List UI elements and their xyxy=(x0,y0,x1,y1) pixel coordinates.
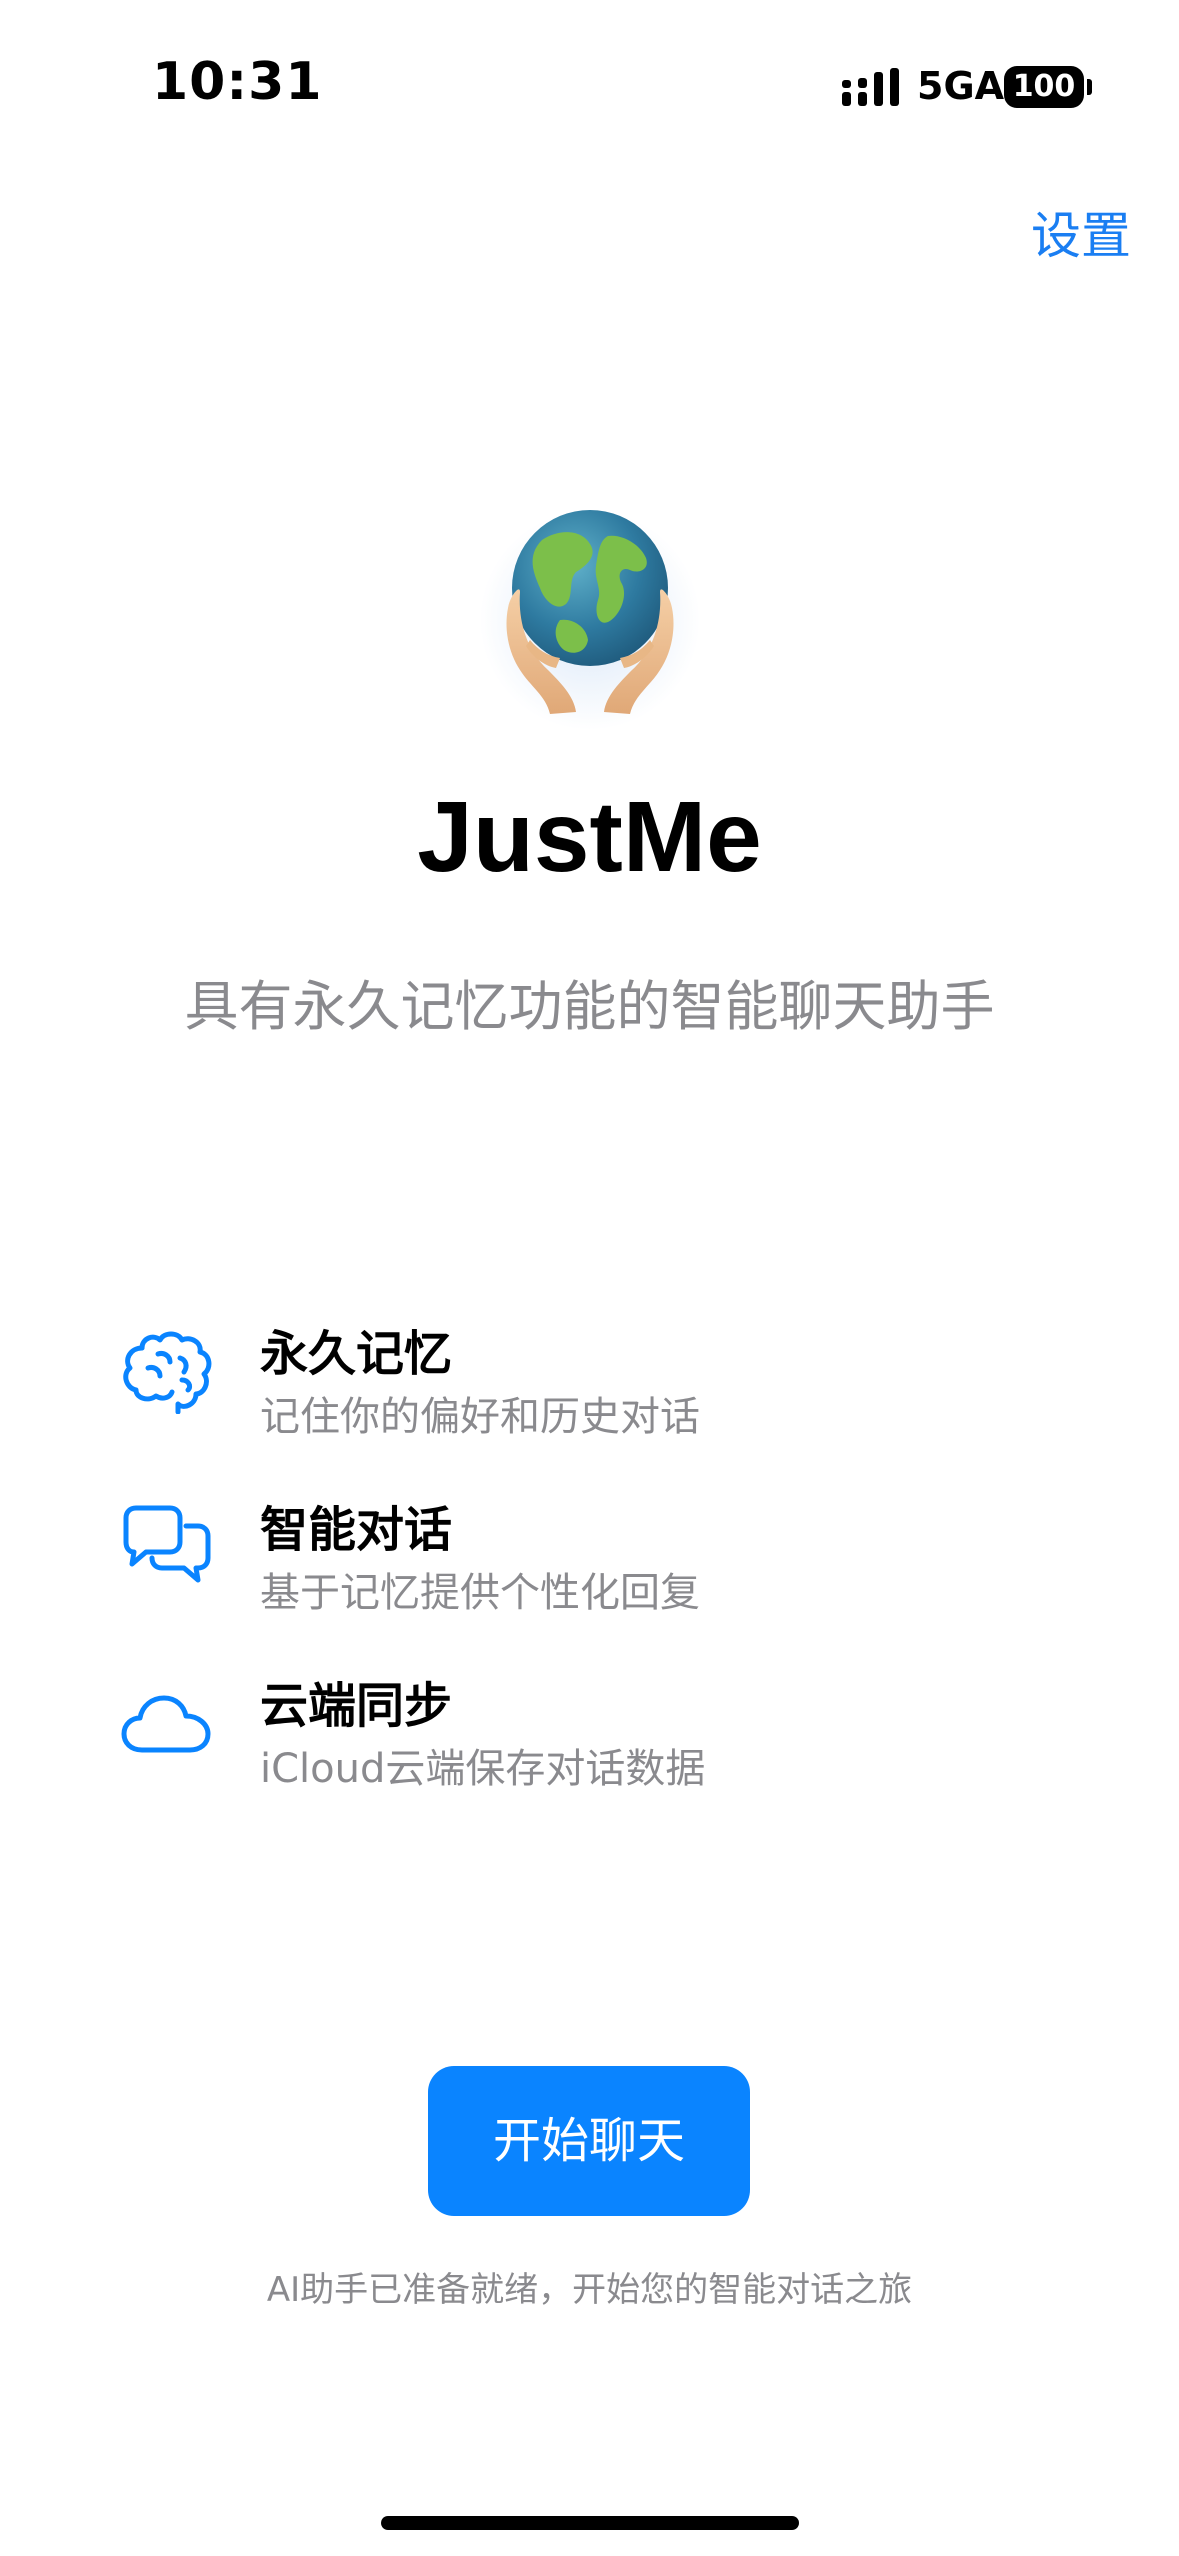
battery-cap xyxy=(1087,79,1092,95)
feature-cloud-sync: 云端同步 iCloud云端保存对话数据 xyxy=(110,1652,1010,1828)
feature-smart-conversation: 智能对话 基于记忆提供个性化回复 xyxy=(110,1476,1010,1652)
feature-description: 基于记忆提供个性化回复 xyxy=(260,1570,700,1616)
battery-indicator: 100 xyxy=(1004,66,1084,108)
cellular-signal-icon xyxy=(842,68,899,106)
chat-bubbles-icon xyxy=(123,1505,211,1583)
footer-status-text: AI助手已准备就绪，开始您的智能对话之旅 xyxy=(266,2270,913,2310)
status-bar: 10:31 5GA 100 xyxy=(0,0,1179,170)
app-subtitle: 具有永久记忆功能的智能聊天助手 xyxy=(184,975,995,1038)
feature-description: 记住你的偏好和历史对话 xyxy=(260,1394,700,1440)
feature-title: 云端同步 xyxy=(260,1678,453,1734)
brain-icon xyxy=(123,1331,212,1414)
globe-in-hands-icon xyxy=(506,510,674,714)
feature-permanent-memory: 永久记忆 记住你的偏好和历史对话 xyxy=(110,1300,1010,1476)
start-chat-button[interactable]: 开始聊天 xyxy=(428,2066,750,2216)
home-indicator[interactable] xyxy=(381,2516,799,2530)
app-title: JustMe xyxy=(417,781,762,893)
cloud-icon xyxy=(121,1695,211,1753)
status-time: 10:31 xyxy=(152,52,323,112)
feature-description: iCloud云端保存对话数据 xyxy=(260,1746,706,1792)
network-type: 5GA xyxy=(917,64,1005,108)
feature-list: 永久记忆 记住你的偏好和历史对话 智能对话 基于记忆提供个性化回复 云端同步 i… xyxy=(110,1300,1010,1828)
settings-button[interactable]: 设置 xyxy=(1031,196,1131,268)
feature-title: 智能对话 xyxy=(260,1502,453,1558)
feature-title: 永久记忆 xyxy=(260,1326,453,1382)
